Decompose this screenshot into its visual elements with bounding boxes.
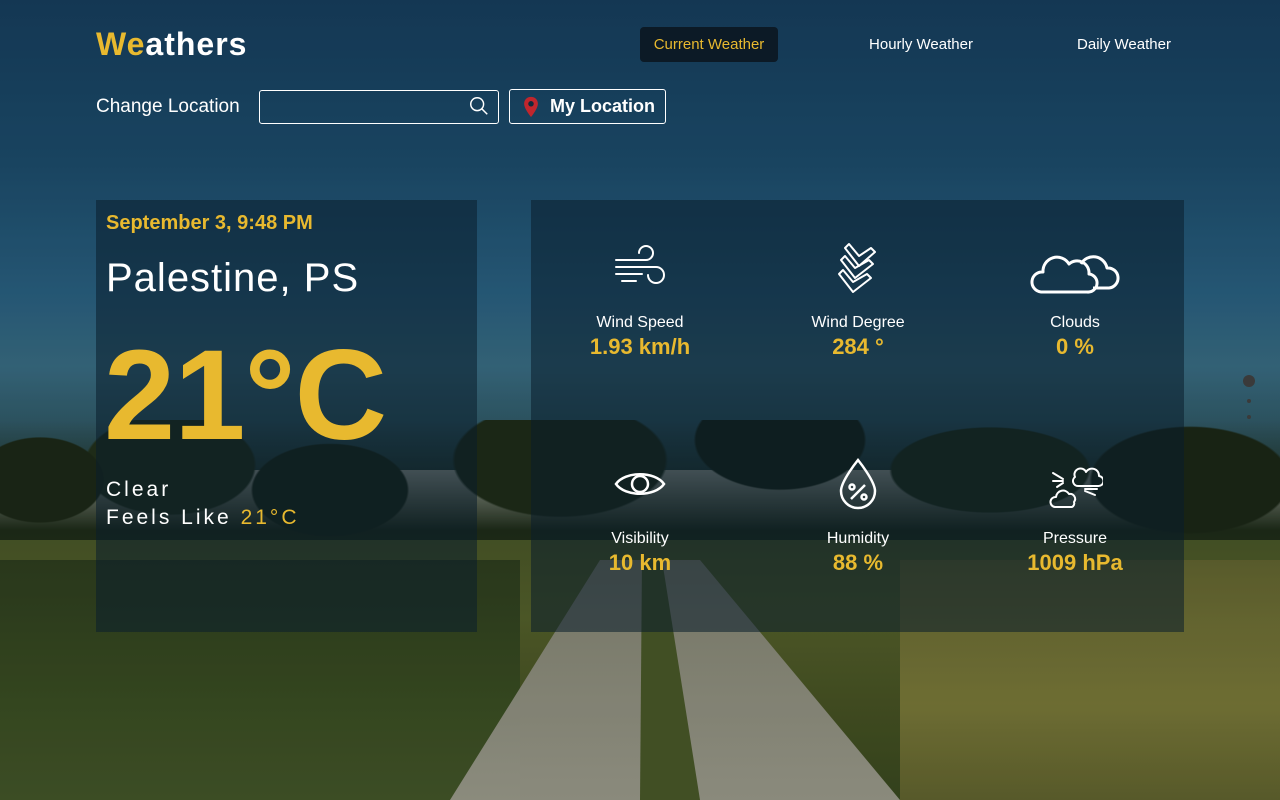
metric-label: Wind Degree bbox=[811, 314, 905, 331]
metric-label: Humidity bbox=[826, 530, 890, 547]
metric-label: Visibility bbox=[611, 530, 669, 547]
search-icon[interactable] bbox=[468, 95, 490, 117]
metric-visibility: Visibility 10 km bbox=[531, 454, 749, 576]
my-location-button[interactable]: My Location bbox=[509, 89, 666, 124]
weather-condition: Clear bbox=[106, 478, 172, 501]
metric-label: Clouds bbox=[1050, 314, 1100, 331]
page-dot[interactable] bbox=[1247, 415, 1251, 419]
pressure-icon bbox=[1049, 467, 1103, 508]
change-location-label: Change Location bbox=[96, 96, 240, 117]
feels-like-value: 21°C bbox=[240, 506, 300, 529]
metric-value: 1009 hPa bbox=[1027, 550, 1123, 575]
humidity-drop-icon bbox=[839, 458, 877, 510]
wind-icon bbox=[615, 245, 665, 284]
page-indicator bbox=[1242, 375, 1256, 419]
metric-value: 1.93 km/h bbox=[589, 334, 691, 359]
metric-clouds: Clouds 0 % bbox=[966, 238, 1184, 360]
metric-pressure: Pressure 1009 hPa bbox=[966, 454, 1184, 576]
current-datetime: September 3, 9:48 PM bbox=[106, 212, 313, 234]
location-pin-icon bbox=[524, 96, 538, 117]
wind-direction-icon bbox=[838, 243, 876, 293]
metric-humidity: Humidity 88 % bbox=[749, 454, 967, 576]
page-dot-active[interactable] bbox=[1243, 375, 1255, 387]
tab-current-weather[interactable]: Current Weather bbox=[640, 27, 778, 62]
metric-value: 10 km bbox=[608, 550, 672, 575]
eye-icon bbox=[614, 473, 666, 495]
metric-value: 0 % bbox=[1056, 334, 1094, 359]
metric-label: Pressure bbox=[1042, 530, 1108, 547]
location-search-box bbox=[259, 90, 499, 124]
page-dot[interactable] bbox=[1247, 399, 1251, 403]
metric-label: Wind Speed bbox=[596, 314, 684, 331]
city-name: Palestine, PS bbox=[106, 256, 360, 300]
weather-metrics-card: Wind Speed 1.93 km/h Wind Degree 284 ° C… bbox=[531, 200, 1184, 632]
metric-wind-degree: Wind Degree 284 ° bbox=[749, 238, 967, 360]
metric-value: 88 % bbox=[832, 550, 884, 575]
feels-like-label: Feels Like bbox=[106, 506, 232, 529]
my-location-label: My Location bbox=[550, 96, 656, 116]
current-summary-card: September 3, 9:48 PM Palestine, PS 21°C … bbox=[96, 200, 477, 632]
feels-like: Feels Like 21°C bbox=[106, 506, 299, 530]
tab-daily-weather[interactable]: Daily Weather bbox=[1064, 27, 1184, 62]
clouds-icon bbox=[1030, 255, 1120, 294]
current-temperature: 21°C bbox=[104, 324, 387, 467]
tab-hourly-weather[interactable]: Hourly Weather bbox=[856, 27, 986, 62]
metric-value: 284 ° bbox=[832, 334, 884, 359]
metric-wind-speed: Wind Speed 1.93 km/h bbox=[531, 238, 749, 360]
location-search-input[interactable] bbox=[260, 91, 476, 121]
main-nav: Current Weather Hourly Weather Daily Wea… bbox=[0, 27, 1280, 62]
